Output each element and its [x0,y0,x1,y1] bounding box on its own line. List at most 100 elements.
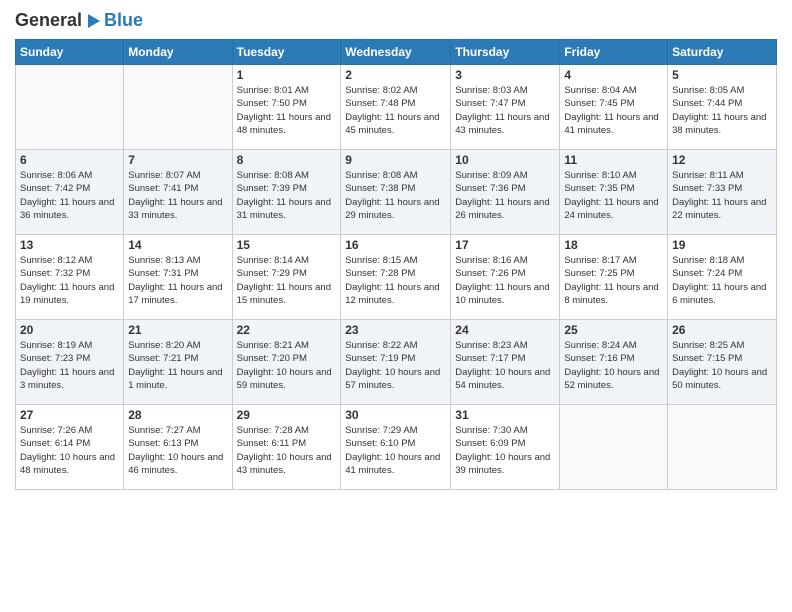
calendar-cell [16,65,124,150]
calendar-cell: 11 Sunrise: 8:10 AMSunset: 7:35 PMDayligh… [560,150,668,235]
calendar-cell: 15Sunrise: 8:14 AMSunset: 7:29 PMDayligh… [232,235,341,320]
day-detail: Sunrise: 7:29 AMSunset: 6:10 PMDaylight:… [345,424,446,477]
day-number: 5 [672,68,772,82]
day-detail: Sunrise: 8:19 AMSunset: 7:23 PMDaylight:… [20,339,119,392]
calendar-header-row: SundayMondayTuesdayWednesdayThursdayFrid… [16,40,777,65]
day-detail: Sunrise: 8:07 AMSunset: 7:41 PMDaylight:… [128,169,227,222]
day-detail: Sunrise: 7:27 AMSunset: 6:13 PMDaylight:… [128,424,227,477]
calendar-cell: 14Sunrise: 8:13 AMSunset: 7:31 PMDayligh… [124,235,232,320]
day-number: 21 [128,323,227,337]
day-detail: Sunrise: 8:20 AMSunset: 7:21 PMDaylight:… [128,339,227,392]
day-detail: Sunrise: 7:26 AMSunset: 6:14 PMDaylight:… [20,424,119,477]
day-number: 2 [345,68,446,82]
day-number: 9 [345,153,446,167]
calendar-cell [124,65,232,150]
calendar-cell [560,405,668,490]
day-detail: Sunrise: 8:17 AMSunset: 7:25 PMDaylight:… [564,254,663,307]
day-detail: Sunrise: 8:10 AMSunset: 7:35 PMDaylight:… [564,169,663,222]
day-number: 10 [455,153,555,167]
day-number: 17 [455,238,555,252]
calendar-week-row: 20 Sunrise: 8:19 AMSunset: 7:23 PMDayligh… [16,320,777,405]
calendar-cell: 2Sunrise: 8:02 AMSunset: 7:48 PMDaylight… [341,65,451,150]
day-detail: Sunrise: 8:21 AMSunset: 7:20 PMDaylight:… [237,339,337,392]
calendar-cell: 22 Sunrise: 8:21 AMSunset: 7:20 PMDayligh… [232,320,341,405]
calendar-cell: 17Sunrise: 8:16 AMSunset: 7:26 PMDayligh… [451,235,560,320]
calendar-cell: 16 Sunrise: 8:15 AMSunset: 7:28 PMDayligh… [341,235,451,320]
calendar-cell: 18 Sunrise: 8:17 AMSunset: 7:25 PMDayligh… [560,235,668,320]
day-detail: Sunrise: 8:05 AMSunset: 7:44 PMDaylight:… [672,84,772,137]
day-number: 16 [345,238,446,252]
calendar-week-row: 27 Sunrise: 7:26 AMSunset: 6:14 PMDayligh… [16,405,777,490]
day-detail: Sunrise: 8:12 AMSunset: 7:32 PMDaylight:… [20,254,119,307]
calendar-cell: 24 Sunrise: 8:23 AMSunset: 7:17 PMDayligh… [451,320,560,405]
day-detail: Sunrise: 8:08 AMSunset: 7:38 PMDaylight:… [345,169,446,222]
calendar-cell: 7 Sunrise: 8:07 AMSunset: 7:41 PMDaylight… [124,150,232,235]
day-number: 7 [128,153,227,167]
page: General Blue SundayMondayTuesdayWednesda… [0,0,792,500]
day-detail: Sunrise: 7:28 AMSunset: 6:11 PMDaylight:… [237,424,337,477]
day-detail: Sunrise: 8:04 AMSunset: 7:45 PMDaylight:… [564,84,663,137]
day-detail: Sunrise: 8:06 AMSunset: 7:42 PMDaylight:… [20,169,119,222]
calendar-cell: 28 Sunrise: 7:27 AMSunset: 6:13 PMDayligh… [124,405,232,490]
day-detail: Sunrise: 8:15 AMSunset: 7:28 PMDaylight:… [345,254,446,307]
day-number: 22 [237,323,337,337]
calendar-cell: 19 Sunrise: 8:18 AMSunset: 7:24 PMDayligh… [668,235,777,320]
day-detail: Sunrise: 8:23 AMSunset: 7:17 PMDaylight:… [455,339,555,392]
day-number: 12 [672,153,772,167]
day-number: 11 [564,153,663,167]
day-detail: Sunrise: 8:24 AMSunset: 7:16 PMDaylight:… [564,339,663,392]
day-number: 4 [564,68,663,82]
day-number: 13 [20,238,119,252]
day-number: 23 [345,323,446,337]
calendar-cell: 4 Sunrise: 8:04 AMSunset: 7:45 PMDaylight… [560,65,668,150]
logo: General Blue [15,10,143,31]
day-number: 24 [455,323,555,337]
calendar-header-thursday: Thursday [451,40,560,65]
calendar-week-row: 1 Sunrise: 8:01 AMSunset: 7:50 PMDaylight… [16,65,777,150]
day-number: 28 [128,408,227,422]
day-number: 6 [20,153,119,167]
day-detail: Sunrise: 8:18 AMSunset: 7:24 PMDaylight:… [672,254,772,307]
day-number: 3 [455,68,555,82]
calendar-cell: 20 Sunrise: 8:19 AMSunset: 7:23 PMDayligh… [16,320,124,405]
header: General Blue [15,10,777,31]
calendar-cell: 5 Sunrise: 8:05 AMSunset: 7:44 PMDaylight… [668,65,777,150]
calendar-cell: 29 Sunrise: 7:28 AMSunset: 6:11 PMDayligh… [232,405,341,490]
calendar-header-wednesday: Wednesday [341,40,451,65]
logo-flag-icon [84,12,102,30]
calendar-cell: 23 Sunrise: 8:22 AMSunset: 7:19 PMDayligh… [341,320,451,405]
day-number: 1 [237,68,337,82]
day-number: 26 [672,323,772,337]
day-detail: Sunrise: 8:14 AMSunset: 7:29 PMDaylight:… [237,254,337,307]
day-detail: Sunrise: 8:01 AMSunset: 7:50 PMDaylight:… [237,84,337,137]
logo-text: General Blue [15,10,143,31]
day-detail: Sunrise: 8:25 AMSunset: 7:15 PMDaylight:… [672,339,772,392]
calendar-header-monday: Monday [124,40,232,65]
calendar-cell: 9 Sunrise: 8:08 AMSunset: 7:38 PMDaylight… [341,150,451,235]
day-detail: Sunrise: 8:09 AMSunset: 7:36 PMDaylight:… [455,169,555,222]
day-detail: Sunrise: 8:22 AMSunset: 7:19 PMDaylight:… [345,339,446,392]
calendar-cell: 3 Sunrise: 8:03 AMSunset: 7:47 PMDaylight… [451,65,560,150]
calendar-header-tuesday: Tuesday [232,40,341,65]
calendar-cell: 12Sunrise: 8:11 AMSunset: 7:33 PMDayligh… [668,150,777,235]
day-number: 30 [345,408,446,422]
day-number: 29 [237,408,337,422]
day-number: 27 [20,408,119,422]
calendar-cell: 6 Sunrise: 8:06 AMSunset: 7:42 PMDaylight… [16,150,124,235]
day-number: 25 [564,323,663,337]
calendar-table: SundayMondayTuesdayWednesdayThursdayFrid… [15,39,777,490]
day-detail: Sunrise: 8:08 AMSunset: 7:39 PMDaylight:… [237,169,337,222]
calendar-header-sunday: Sunday [16,40,124,65]
calendar-cell: 25 Sunrise: 8:24 AMSunset: 7:16 PMDayligh… [560,320,668,405]
day-detail: Sunrise: 8:13 AMSunset: 7:31 PMDaylight:… [128,254,227,307]
day-number: 31 [455,408,555,422]
day-number: 19 [672,238,772,252]
calendar-cell [668,405,777,490]
day-number: 18 [564,238,663,252]
day-detail: Sunrise: 7:30 AMSunset: 6:09 PMDaylight:… [455,424,555,477]
day-detail: Sunrise: 8:03 AMSunset: 7:47 PMDaylight:… [455,84,555,137]
logo-general: General [15,10,82,31]
day-number: 20 [20,323,119,337]
calendar-cell: 1 Sunrise: 8:01 AMSunset: 7:50 PMDaylight… [232,65,341,150]
logo-blue: Blue [104,10,143,31]
